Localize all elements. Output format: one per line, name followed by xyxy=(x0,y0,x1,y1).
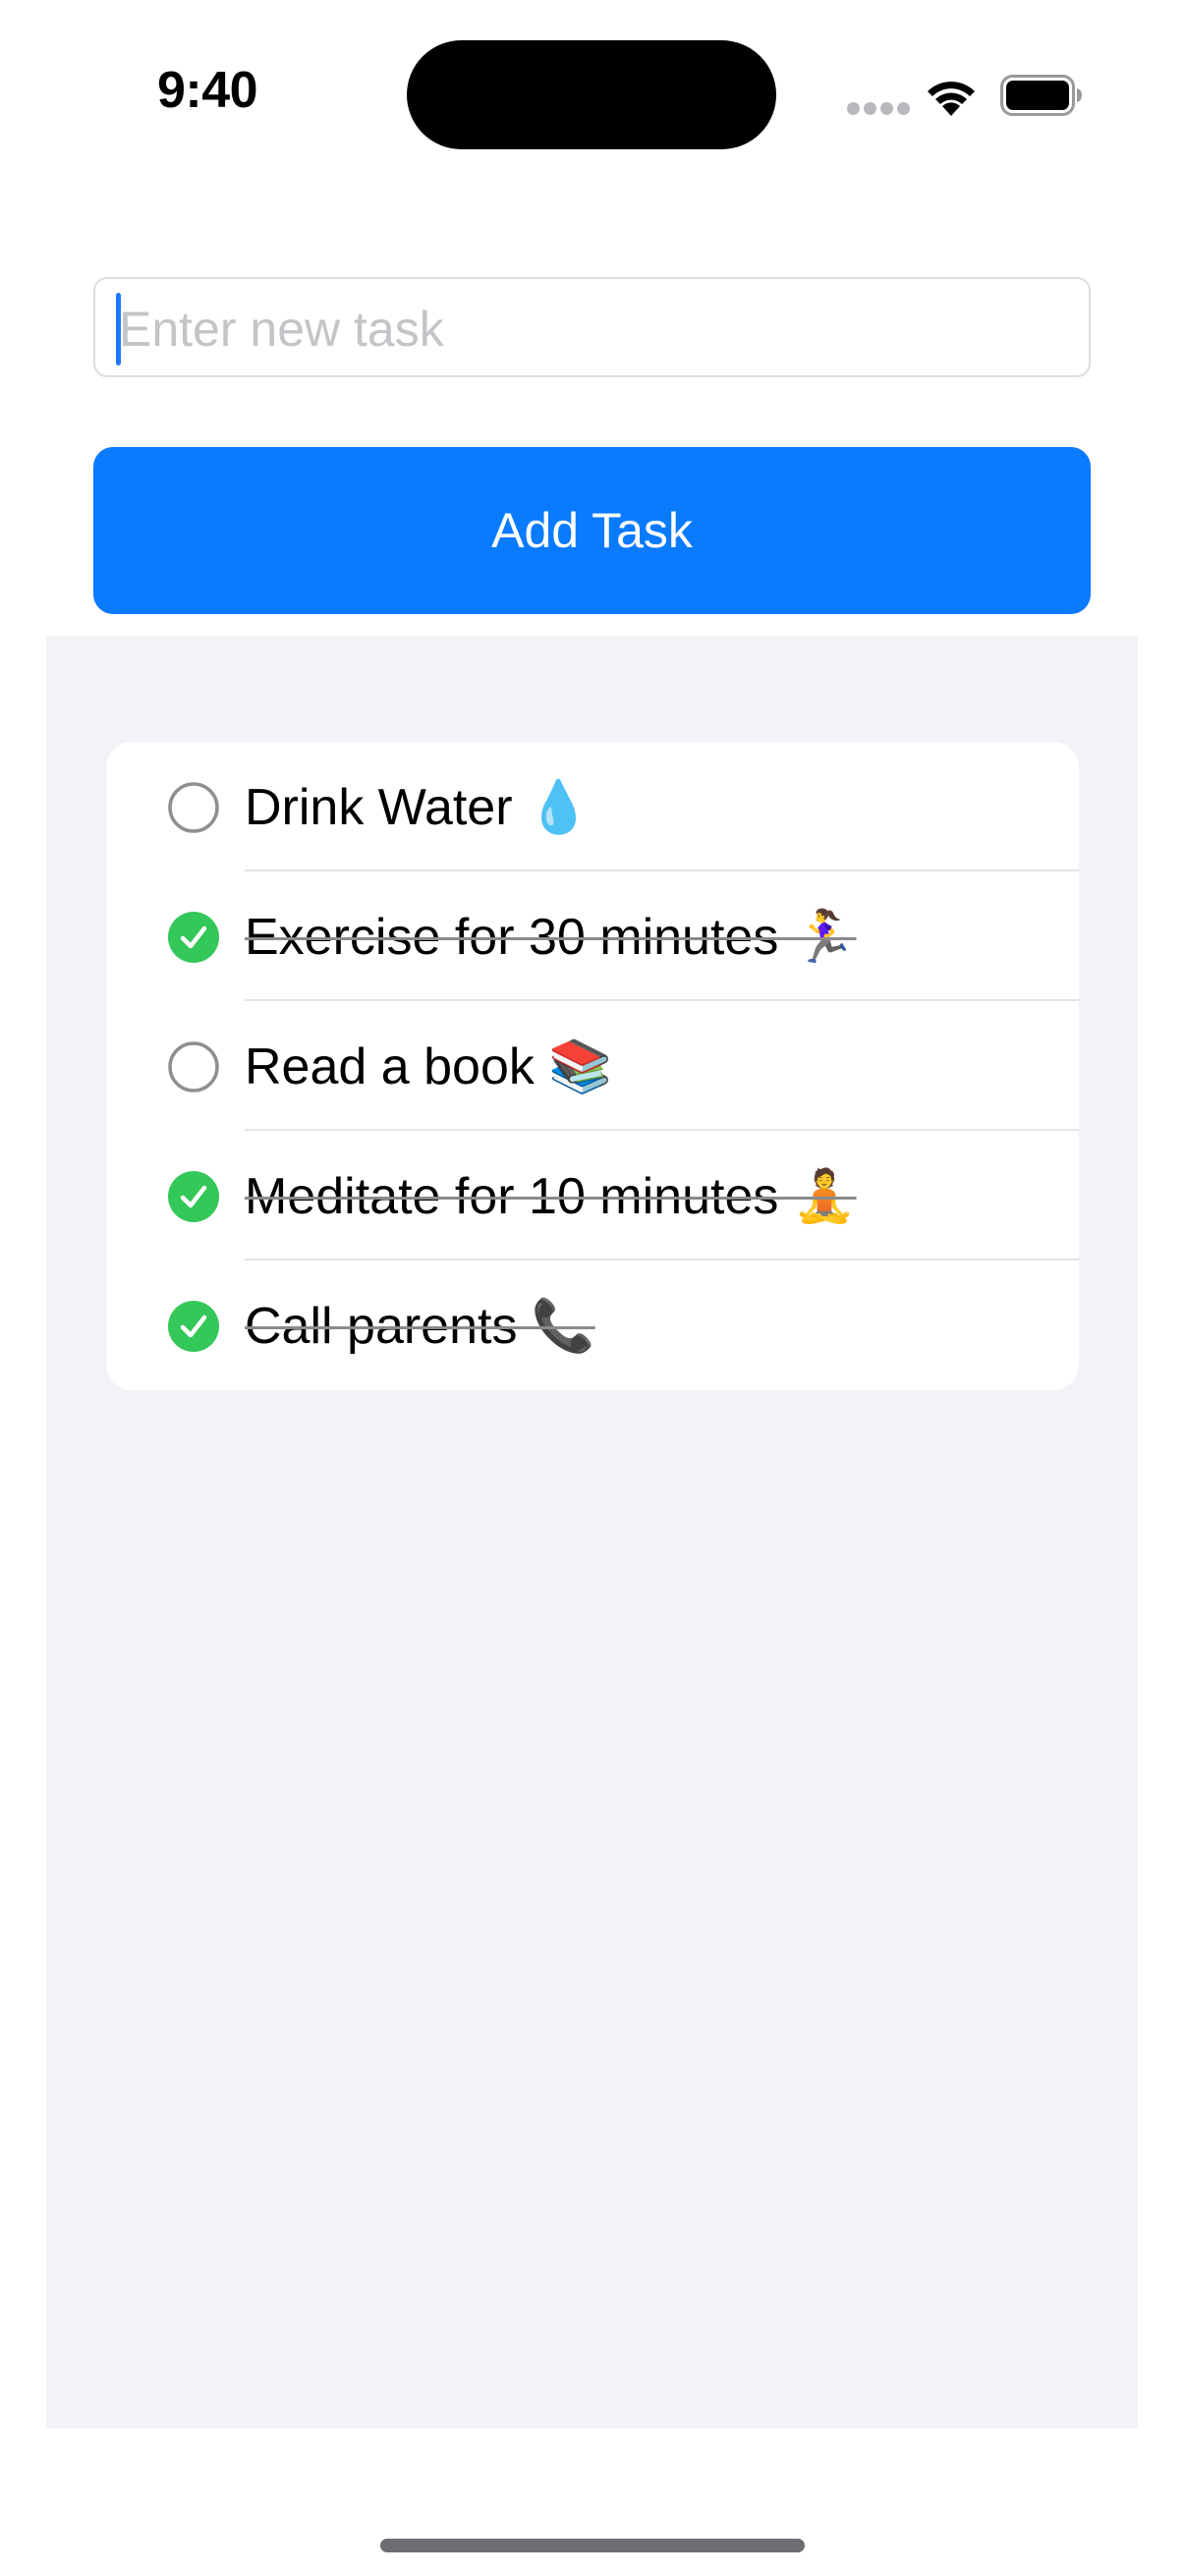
task-label: Call parents 📞 xyxy=(245,1298,595,1355)
task-label: Drink Water 💧 xyxy=(245,779,591,836)
dynamic-island xyxy=(407,40,776,149)
task-label: Exercise for 30 minutes 🏃‍♀️ xyxy=(245,909,857,966)
wifi-icon xyxy=(928,82,975,116)
task-row[interactable]: Exercise for 30 minutes 🏃‍♀️ xyxy=(106,871,1079,1001)
battery-icon xyxy=(1000,75,1082,116)
add-task-button-label: Add Task xyxy=(491,503,693,558)
checkmark-circle-icon[interactable] xyxy=(168,1171,219,1222)
checkmark-circle-icon[interactable] xyxy=(168,912,219,963)
status-time: 9:40 xyxy=(157,62,258,119)
home-indicator[interactable] xyxy=(380,2539,805,2552)
task-row[interactable]: Meditate for 10 minutes 🧘 xyxy=(106,1131,1079,1260)
task-row[interactable]: Call parents 📞 xyxy=(106,1260,1079,1390)
add-task-button[interactable]: Add Task xyxy=(93,447,1091,614)
task-label: Meditate for 10 minutes 🧘 xyxy=(245,1168,857,1225)
checkmark-circle-icon[interactable] xyxy=(168,1301,219,1352)
screen: 9:40 Enter new task Add Task Drink Water… xyxy=(0,0,1185,2576)
cellular-dots-icon xyxy=(847,102,910,116)
unchecked-circle-icon[interactable] xyxy=(168,782,219,833)
new-task-placeholder: Enter new task xyxy=(119,302,444,357)
task-row[interactable]: Drink Water 💧 xyxy=(106,742,1079,871)
task-row[interactable]: Read a book 📚 xyxy=(106,1001,1079,1131)
task-label: Read a book 📚 xyxy=(245,1038,613,1095)
task-list: Drink Water 💧 Exercise for 30 minutes 🏃‍… xyxy=(106,742,1079,1390)
new-task-input[interactable]: Enter new task xyxy=(93,277,1091,377)
unchecked-circle-icon[interactable] xyxy=(168,1041,219,1092)
task-list-area: Drink Water 💧 Exercise for 30 minutes 🏃‍… xyxy=(46,636,1138,2429)
